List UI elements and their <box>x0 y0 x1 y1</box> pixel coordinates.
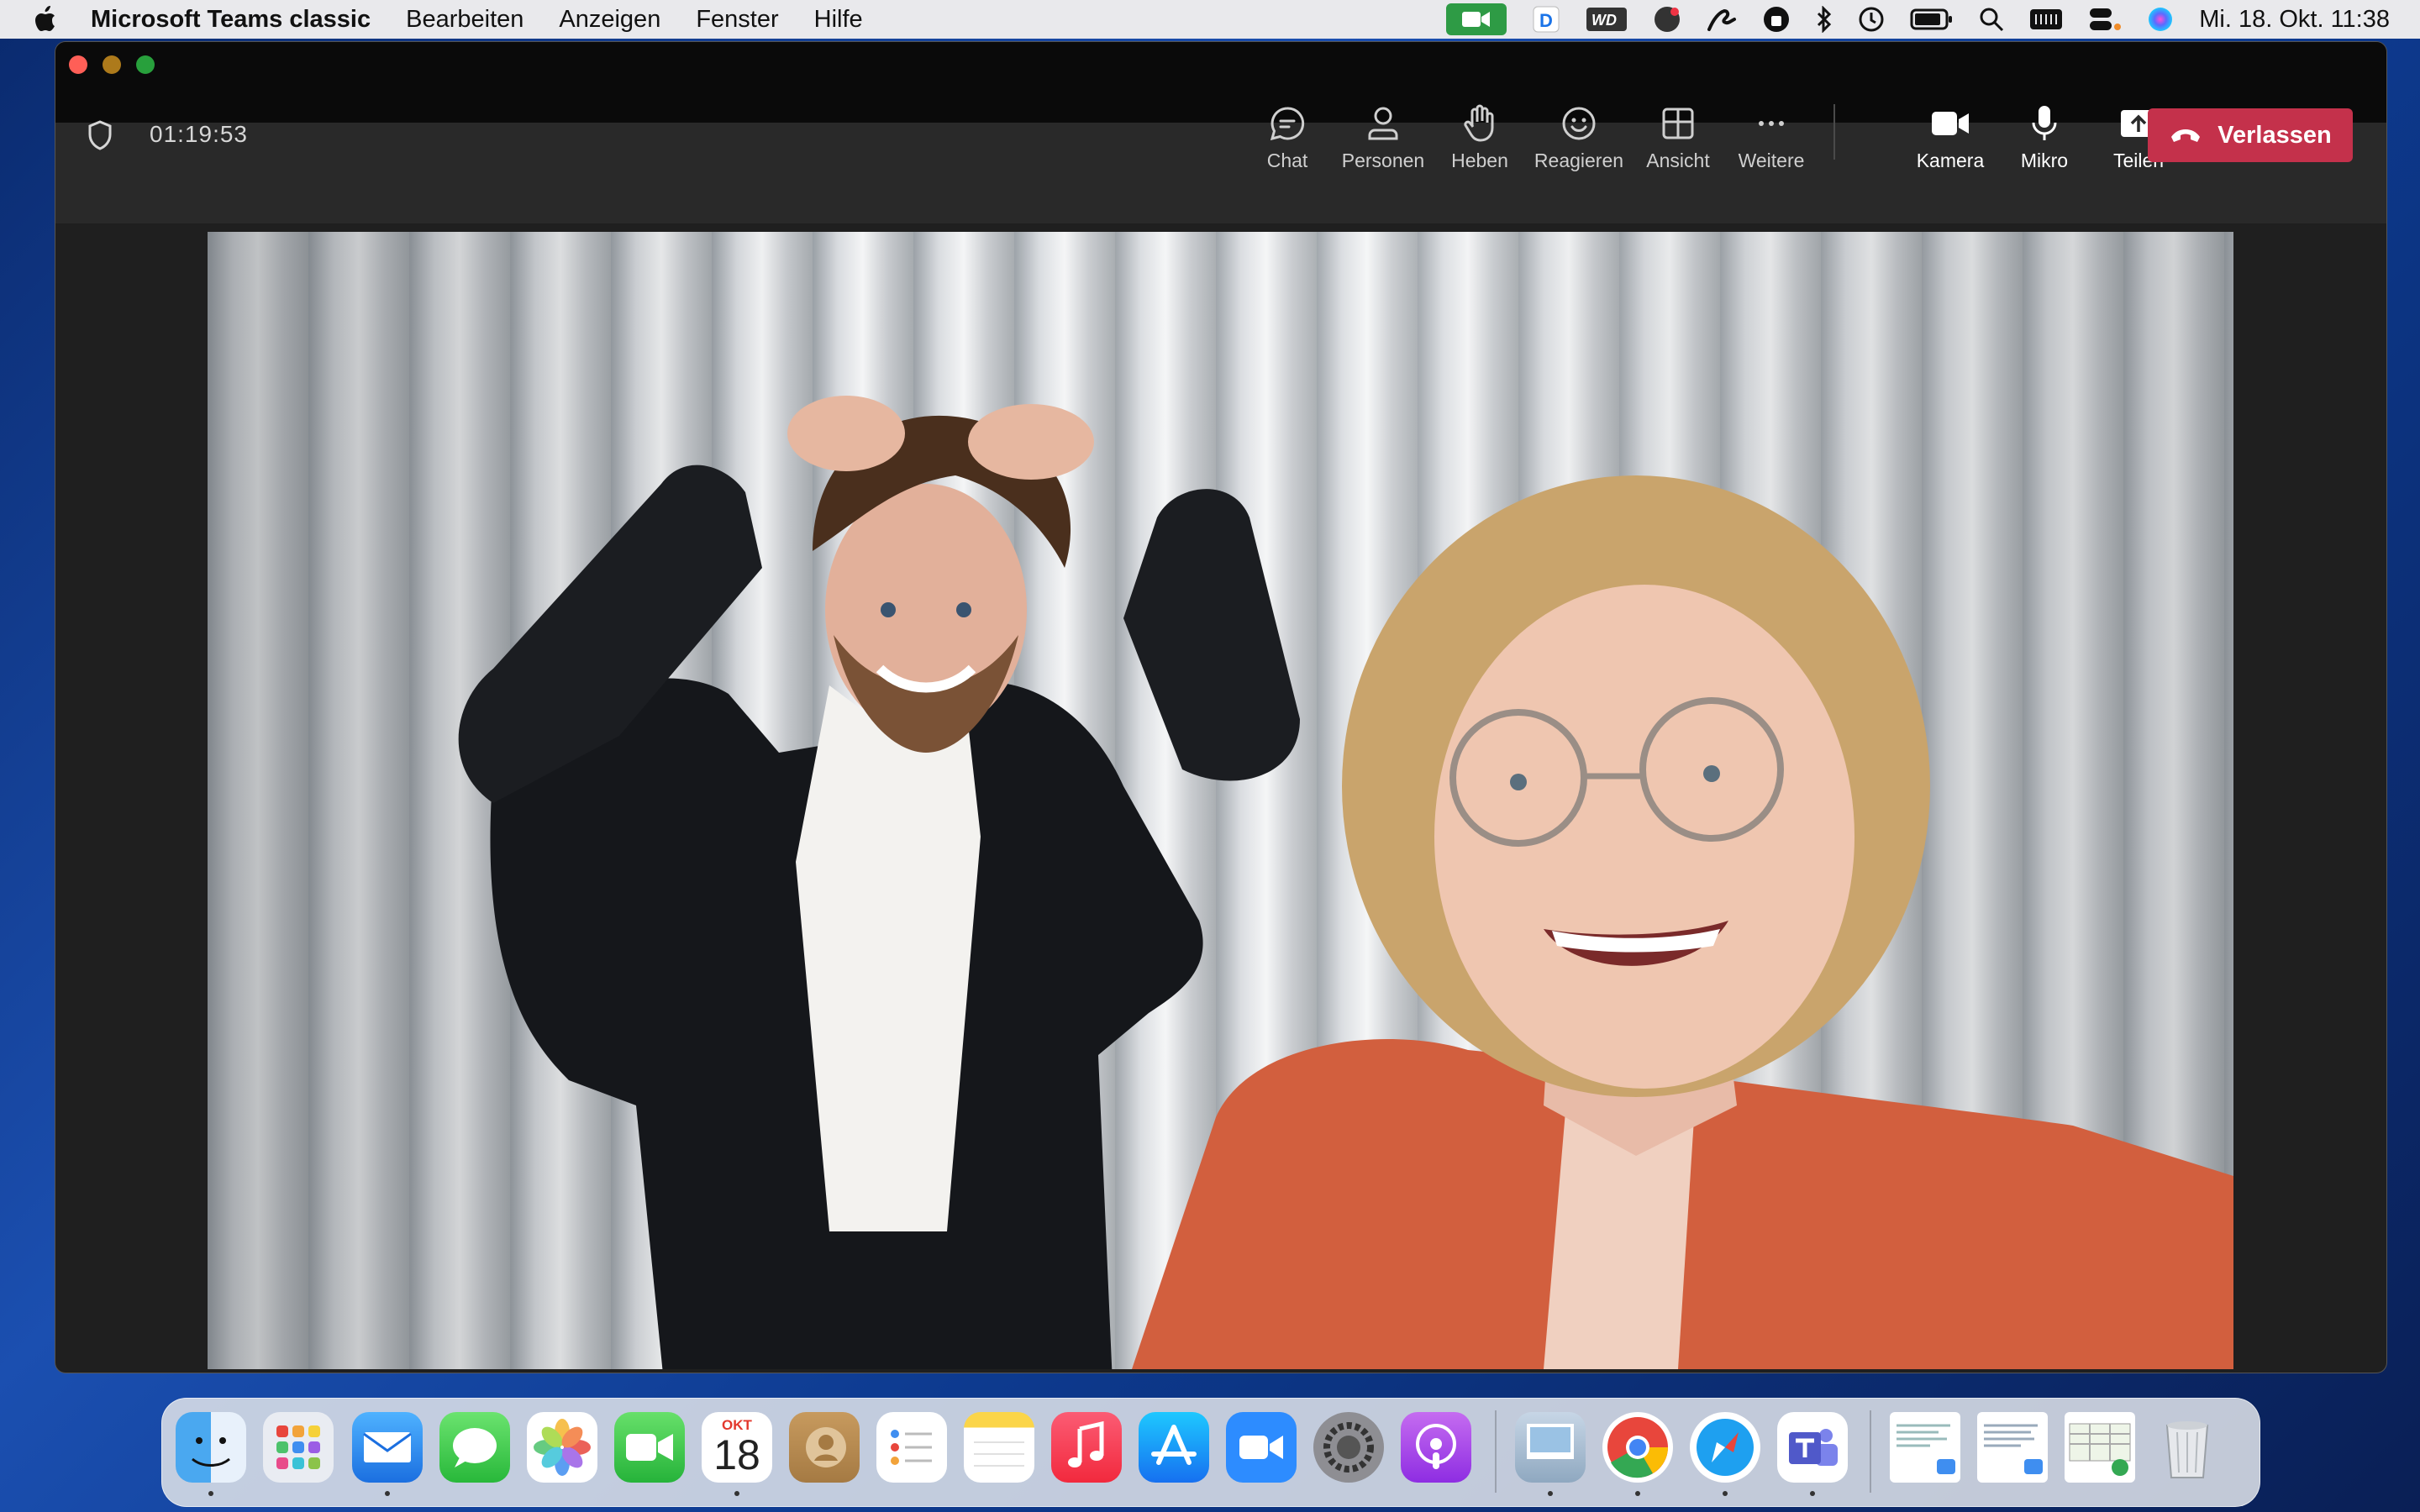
launchpad-icon[interactable] <box>263 1412 334 1483</box>
chrome-running-indicator <box>1635 1491 1640 1496</box>
app-store-icon[interactable] <box>1139 1412 1209 1483</box>
dock-separator <box>1870 1410 1871 1493</box>
menu-bar: Microsoft Teams classic Bearbeiten Anzei… <box>0 0 2420 39</box>
toolbar-divider <box>1833 104 1835 160</box>
finder-running-indicator <box>208 1491 213 1496</box>
preview-running-indicator <box>1548 1491 1553 1496</box>
vpn-icon[interactable] <box>1762 4 1791 34</box>
bluetooth-icon[interactable] <box>1816 4 1833 34</box>
pen-icon[interactable] <box>1707 4 1737 34</box>
downloads-stack-icon[interactable] <box>1890 1412 1960 1483</box>
minimize-window-button[interactable] <box>103 55 121 74</box>
more-button[interactable]: Weitere <box>1725 102 1818 172</box>
fullscreen-window-button[interactable] <box>136 55 155 74</box>
grid-view-icon <box>1662 108 1694 139</box>
more-label: Weitere <box>1738 150 1805 171</box>
photos-icon[interactable] <box>527 1412 597 1483</box>
reminders-icon[interactable] <box>876 1412 947 1483</box>
music-icon[interactable] <box>1051 1412 1122 1483</box>
chrome-icon[interactable] <box>1602 1412 1673 1483</box>
view-label: Ansicht <box>1646 150 1710 171</box>
menu-bearbeiten[interactable]: Bearbeiten <box>406 6 523 34</box>
time-machine-icon[interactable] <box>1858 4 1885 34</box>
leave-label: Verlassen <box>2217 121 2332 149</box>
system-settings-icon[interactable] <box>1313 1412 1384 1483</box>
facetime-icon[interactable] <box>614 1412 685 1483</box>
zoom-icon[interactable] <box>1226 1412 1297 1483</box>
raise-hand-button[interactable]: Heben <box>1434 102 1526 172</box>
close-window-button[interactable] <box>69 55 87 74</box>
camera-button[interactable]: Kamera <box>1904 102 1996 172</box>
menubar-clock[interactable]: Mi. 18. Okt. 11:38 <box>2199 6 2390 34</box>
dock: OKT 18 <box>161 1398 2260 1507</box>
svg-text:WD: WD <box>1591 12 1617 29</box>
mail-running-indicator <box>385 1491 390 1496</box>
teams-icon[interactable] <box>1777 1412 1848 1483</box>
safari-icon[interactable] <box>1690 1412 1760 1483</box>
chat-label: Chat <box>1266 150 1308 171</box>
react-label: Reagieren <box>1534 150 1624 171</box>
teams-meeting-window: 01:19:53 Chat Personen Heben Reagieren A… <box>55 42 2386 1373</box>
meeting-timer: 01:19:53 <box>150 121 248 147</box>
menu-fenster[interactable]: Fenster <box>696 6 778 34</box>
documents-stack-icon[interactable] <box>1977 1412 2048 1483</box>
chat-button[interactable]: Chat <box>1241 102 1334 172</box>
participants-video-image <box>458 396 2233 1369</box>
ellipsis-icon <box>1759 121 1784 126</box>
calendar-day: 18 <box>713 1431 760 1478</box>
finder-icon[interactable] <box>176 1412 246 1483</box>
camera-in-use-icon[interactable] <box>1446 3 1507 35</box>
calendar-icon[interactable]: OKT 18 <box>702 1412 772 1483</box>
contacts-icon[interactable] <box>789 1412 860 1483</box>
chat-icon <box>1270 107 1305 141</box>
podcasts-icon[interactable] <box>1401 1412 1471 1483</box>
apple-menu-icon[interactable] <box>32 5 57 34</box>
mail-icon[interactable] <box>352 1412 423 1483</box>
people-button[interactable]: Personen <box>1337 102 1429 172</box>
hang-up-icon <box>2171 129 2201 142</box>
people-label: Personen <box>1341 150 1425 171</box>
person-icon <box>1368 107 1398 140</box>
shield-icon[interactable] <box>86 119 114 151</box>
dock-separator <box>1495 1410 1497 1493</box>
safari-running-indicator <box>1723 1491 1728 1496</box>
view-button[interactable]: Ansicht <box>1632 102 1724 172</box>
smiley-icon <box>1562 107 1596 140</box>
mic-label: Mikro <box>2020 150 2069 171</box>
messages-icon[interactable] <box>439 1412 510 1483</box>
control-center-icon[interactable] <box>2088 4 2122 34</box>
mic-button[interactable]: Mikro <box>1998 102 2091 172</box>
trash-icon[interactable] <box>2152 1412 2223 1483</box>
recent-files-stack-icon[interactable] <box>2065 1412 2135 1483</box>
meeting-app-icon[interactable] <box>1653 4 1681 34</box>
spotlight-icon[interactable] <box>1979 4 2004 34</box>
video-feed <box>208 232 2233 1369</box>
camera-icon <box>1932 112 1969 135</box>
teams-running-indicator <box>1810 1491 1815 1496</box>
hand-icon <box>1464 104 1494 142</box>
preview-icon[interactable] <box>1515 1412 1586 1483</box>
microphone-icon <box>2032 106 2057 140</box>
raise-hand-label: Heben <box>1451 150 1508 171</box>
keyboard-icon[interactable] <box>2029 4 2063 34</box>
notes-icon[interactable] <box>964 1412 1034 1483</box>
wd-icon[interactable]: WD <box>1586 4 1628 34</box>
react-button[interactable]: Reagieren <box>1533 102 1625 172</box>
dockit-icon[interactable]: D <box>1532 4 1560 34</box>
camera-label: Kamera <box>1916 150 1985 171</box>
menu-anzeigen[interactable]: Anzeigen <box>559 6 660 34</box>
menu-hilfe[interactable]: Hilfe <box>814 6 863 34</box>
calendar-running-indicator <box>734 1491 739 1496</box>
siri-icon[interactable] <box>2147 4 2174 34</box>
app-menu[interactable]: Microsoft Teams classic <box>91 6 371 34</box>
battery-icon[interactable] <box>1910 4 1954 34</box>
leave-meeting-button[interactable]: Verlassen <box>2148 108 2353 162</box>
svg-text:D: D <box>1539 10 1553 31</box>
